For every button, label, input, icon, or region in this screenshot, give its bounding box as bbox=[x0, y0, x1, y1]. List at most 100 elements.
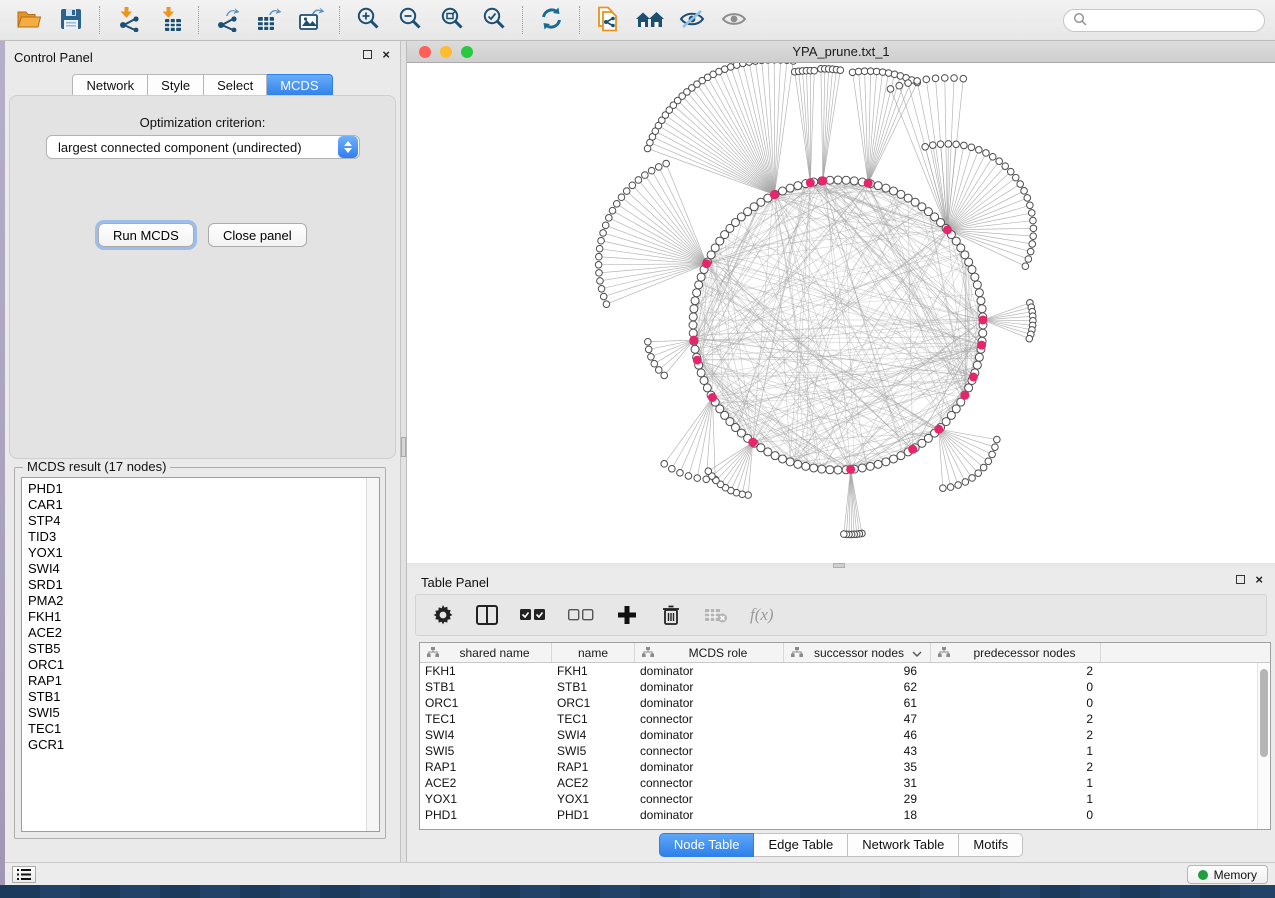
network-node[interactable] bbox=[971, 273, 979, 281]
import-network-button[interactable] bbox=[107, 3, 149, 37]
network-node[interactable] bbox=[645, 346, 652, 353]
network-node[interactable] bbox=[655, 164, 662, 171]
network-node[interactable] bbox=[802, 462, 810, 470]
mcds-result-item[interactable]: TID3 bbox=[28, 529, 363, 545]
mcds-result-item[interactable]: CAR1 bbox=[28, 497, 363, 513]
network-node[interactable] bbox=[786, 184, 794, 192]
network-node[interactable] bbox=[977, 297, 985, 305]
float-panel-icon[interactable] bbox=[363, 50, 372, 59]
float-panel-icon[interactable] bbox=[1236, 575, 1245, 584]
column-header-shared-name[interactable]: shared name bbox=[420, 643, 552, 662]
network-node[interactable] bbox=[850, 177, 858, 185]
mcds-node[interactable] bbox=[969, 372, 978, 381]
network-node[interactable] bbox=[976, 147, 983, 154]
mcds-result-listbox[interactable]: PHD1CAR1STP4TID3YOX1SWI4SRD1PMA2FKH1ACE2… bbox=[21, 477, 380, 832]
table-row[interactable]: SWI5SWI5connector431 bbox=[420, 743, 1270, 759]
network-node[interactable] bbox=[691, 345, 699, 353]
network-node[interactable] bbox=[1030, 225, 1037, 232]
mcds-result-item[interactable]: STB5 bbox=[28, 641, 363, 657]
network-node[interactable] bbox=[937, 141, 944, 148]
mcds-node[interactable] bbox=[934, 425, 943, 434]
close-panel-button[interactable]: Close panel bbox=[208, 223, 307, 247]
tab-edge-table[interactable]: Edge Table bbox=[754, 833, 848, 857]
network-node[interactable] bbox=[784, 63, 791, 64]
refresh-button[interactable] bbox=[530, 3, 572, 37]
select-all-icon[interactable] bbox=[520, 602, 546, 628]
network-node[interactable] bbox=[629, 182, 636, 189]
network-node[interactable] bbox=[1027, 202, 1034, 209]
network-node[interactable] bbox=[1029, 241, 1036, 248]
network-node[interactable] bbox=[779, 187, 787, 195]
network-node[interactable] bbox=[810, 464, 818, 472]
network-node[interactable] bbox=[693, 289, 701, 297]
column-header-name[interactable]: name bbox=[552, 643, 635, 662]
network-node[interactable] bbox=[691, 297, 699, 305]
mcds-result-item[interactable]: SWI4 bbox=[28, 561, 363, 577]
mcds-result-item[interactable]: ACE2 bbox=[28, 625, 363, 641]
network-node[interactable] bbox=[1030, 233, 1037, 240]
mcds-result-item[interactable]: TEC1 bbox=[28, 721, 363, 737]
network-node[interactable] bbox=[613, 200, 620, 207]
network-node[interactable] bbox=[603, 301, 610, 308]
network-node[interactable] bbox=[1007, 168, 1014, 175]
network-node[interactable] bbox=[874, 182, 882, 190]
network-node[interactable] bbox=[758, 63, 765, 64]
mcds-result-item[interactable]: PHD1 bbox=[28, 481, 363, 497]
network-node[interactable] bbox=[941, 75, 948, 82]
network-node[interactable] bbox=[882, 458, 890, 466]
table-row[interactable]: ORC1ORC1dominator610 bbox=[420, 695, 1270, 711]
save-session-button[interactable] bbox=[50, 3, 92, 37]
network-node[interactable] bbox=[648, 167, 655, 174]
network-node[interactable] bbox=[994, 436, 1001, 443]
criterion-dropdown[interactable]: largest connected component (undirected) bbox=[46, 135, 360, 159]
network-node[interactable] bbox=[596, 245, 603, 252]
add-column-icon[interactable] bbox=[616, 602, 638, 628]
close-panel-icon[interactable]: × bbox=[382, 50, 390, 59]
mcds-result-item[interactable]: PMA2 bbox=[28, 593, 363, 609]
mcds-node[interactable] bbox=[908, 445, 917, 454]
close-panel-icon[interactable]: × bbox=[1255, 575, 1263, 584]
mcds-node[interactable] bbox=[864, 179, 873, 188]
export-network-button[interactable] bbox=[206, 3, 248, 37]
table-row[interactable]: RAP1RAP1dominator352 bbox=[420, 759, 1270, 775]
mcds-node[interactable] bbox=[960, 391, 969, 400]
network-node[interactable] bbox=[651, 360, 658, 367]
mcds-result-item[interactable]: STP4 bbox=[28, 513, 363, 529]
network-node[interactable] bbox=[889, 187, 897, 195]
network-node[interactable] bbox=[834, 466, 842, 474]
network-node[interactable] bbox=[874, 460, 882, 468]
network-node[interactable] bbox=[685, 473, 692, 480]
network-node[interactable] bbox=[989, 153, 996, 160]
network-node[interactable] bbox=[980, 464, 987, 471]
network-node[interactable] bbox=[940, 485, 947, 492]
network-node[interactable] bbox=[834, 176, 842, 184]
network-node[interactable] bbox=[1017, 181, 1024, 188]
network-node[interactable] bbox=[818, 465, 826, 473]
tab-motifs[interactable]: Motifs bbox=[959, 833, 1023, 857]
network-node[interactable] bbox=[642, 172, 649, 179]
network-node[interactable] bbox=[794, 460, 802, 468]
open-file-button[interactable] bbox=[8, 3, 50, 37]
table-row[interactable]: TEC1TEC1connector472 bbox=[420, 711, 1270, 727]
network-node[interactable] bbox=[689, 321, 697, 329]
network-node[interactable] bbox=[992, 444, 999, 451]
network-node[interactable] bbox=[618, 194, 625, 201]
network-node[interactable] bbox=[955, 482, 962, 489]
network-node[interactable] bbox=[961, 251, 969, 259]
network-node[interactable] bbox=[609, 207, 616, 214]
network-node[interactable] bbox=[705, 468, 712, 475]
zoom-out-button[interactable] bbox=[389, 3, 431, 37]
network-node[interactable] bbox=[597, 278, 604, 285]
network-node[interactable] bbox=[975, 353, 983, 361]
network-node[interactable] bbox=[975, 289, 983, 297]
mcds-node[interactable] bbox=[978, 315, 987, 324]
network-node[interactable] bbox=[695, 281, 703, 289]
network-node[interactable] bbox=[897, 190, 905, 198]
import-table-button[interactable] bbox=[149, 3, 191, 37]
table-row[interactable]: SWI4SWI4dominator462 bbox=[420, 727, 1270, 743]
network-node[interactable] bbox=[733, 63, 740, 68]
zoom-selected-button[interactable] bbox=[473, 3, 515, 37]
network-node[interactable] bbox=[790, 63, 797, 64]
network-node[interactable] bbox=[866, 462, 874, 470]
network-node[interactable] bbox=[889, 455, 897, 463]
